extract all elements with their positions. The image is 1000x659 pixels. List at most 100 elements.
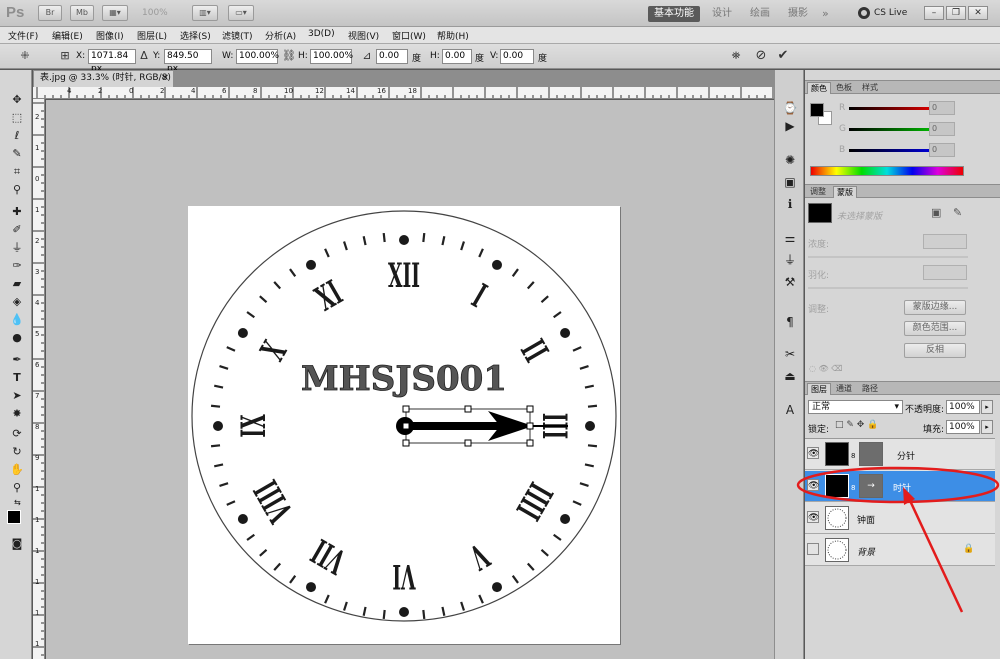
clone-source-icon[interactable]: ⏚ (781, 252, 799, 268)
close-button[interactable]: ✕ (968, 6, 988, 20)
actions-panel-icon[interactable]: ▶ (781, 118, 799, 134)
workspace-more-button[interactable]: » (822, 6, 829, 22)
foreground-color-swatch[interactable] (7, 510, 21, 524)
opacity-field[interactable]: 100% (946, 400, 980, 414)
tool-presets-icon[interactable]: ⚒ (781, 274, 799, 290)
tab-masks[interactable]: 蒙版 (833, 186, 857, 198)
brush-tool-icon[interactable]: ✐ (9, 222, 25, 238)
commit-transform-icon[interactable]: ✔ (776, 49, 790, 63)
density-slider[interactable] (808, 256, 968, 258)
move-tool-icon[interactable]: ✥ (9, 92, 25, 108)
eyedropper-tool-icon[interactable]: ⚲ (9, 182, 25, 198)
color-spectrum-bar[interactable] (810, 166, 964, 176)
tab-adjustments[interactable]: 调整 (807, 186, 829, 198)
menu-filter[interactable]: 滤镜(T) (222, 29, 253, 42)
clone-stamp-tool-icon[interactable]: ⏚ (9, 240, 25, 256)
tab-swatches[interactable]: 色板 (833, 82, 855, 94)
path-select-tool-icon[interactable]: ➤ (9, 388, 25, 404)
height-scale-field[interactable]: 100.00% (310, 49, 353, 64)
menu-image[interactable]: 图像(I) (96, 29, 124, 42)
eye-icon[interactable]: 👁 (807, 479, 819, 491)
document-canvas[interactable]: XII I II III IIII V VI VII VIII IX X XI MHSJS001 (188, 206, 620, 644)
history-panel-icon[interactable]: ⌚ (781, 100, 799, 116)
ruler-horizontal[interactable]: 4 2 0 2 4 6 8 10 12 14 16 18 (33, 87, 774, 99)
menu-help[interactable]: 帮助(H) (437, 29, 469, 42)
crop-tool-icon[interactable]: ⌗ (9, 164, 25, 180)
layer-row-minute-hand[interactable]: 👁 8 分针 (805, 439, 995, 470)
vector-mask-icon[interactable]: ✎ (953, 206, 962, 219)
workspace-painting[interactable]: 绘画 (750, 6, 770, 22)
fill-field[interactable]: 100% (946, 420, 980, 434)
reference-point-icon[interactable]: ⊞ (58, 49, 72, 63)
tab-channels[interactable]: 通道 (833, 383, 855, 395)
rotation-angle-field[interactable]: 0.00 (376, 49, 408, 64)
brush-presets-icon[interactable]: ⚌ (781, 230, 799, 246)
mask-edge-button[interactable]: 蒙版边缘... (904, 300, 966, 315)
restore-button[interactable]: ❐ (946, 6, 966, 20)
menu-3d[interactable]: 3D(D) (308, 29, 335, 39)
close-document-icon[interactable]: × (161, 71, 169, 86)
eye-icon[interactable]: 👁 (807, 511, 819, 523)
channel-g-slider[interactable] (849, 128, 929, 131)
shape-tool-icon[interactable]: ✸ (9, 406, 25, 422)
blur-tool-icon[interactable]: 💧 (9, 312, 25, 328)
menu-file[interactable]: 文件(F) (8, 29, 38, 42)
channel-g-value[interactable]: 0 (929, 122, 955, 136)
color-range-button[interactable]: 颜色范围... (904, 321, 966, 336)
tab-color[interactable]: 颜色 (807, 82, 831, 94)
view-extras-button[interactable]: ▦▾ (102, 5, 128, 21)
eraser-tool-icon[interactable]: ▰ (9, 276, 25, 292)
document-tab[interactable]: 表.jpg @ 33.3% (时针, RGB/8) * × (33, 70, 174, 98)
3d-panel-icon[interactable]: ✺ (781, 152, 799, 168)
zoom-level[interactable]: 100% (142, 8, 168, 18)
marquee-tool-icon[interactable]: ⬚ (9, 110, 25, 126)
tab-styles[interactable]: 样式 (859, 82, 881, 94)
warp-mode-icon[interactable]: ⛯ (729, 49, 743, 63)
zoom-tool-icon[interactable]: ⚲ (9, 480, 25, 496)
dodge-tool-icon[interactable]: ● (9, 330, 25, 346)
paragraph-panel-icon[interactable]: ¶ (781, 314, 799, 330)
cancel-transform-icon[interactable]: ⊘ (754, 49, 768, 63)
menu-edit[interactable]: 编辑(E) (52, 29, 83, 42)
type-tool-icon[interactable]: T (9, 370, 25, 386)
menu-view[interactable]: 视图(V) (348, 29, 379, 42)
channel-b-slider[interactable] (849, 149, 929, 152)
eye-off-icon[interactable] (807, 543, 819, 555)
mini-bridge-panel-icon[interactable]: ▣ (781, 174, 799, 190)
history-brush-tool-icon[interactable]: ✑ (9, 258, 25, 274)
cs-live-button[interactable]: CS Live (874, 8, 907, 18)
delta-icon[interactable]: Δ (137, 49, 151, 63)
arrange-docs-button[interactable]: ▥▾ (192, 5, 218, 21)
chain-icon[interactable]: 8 (851, 484, 855, 492)
pixel-mask-icon[interactable]: ▣ (931, 206, 941, 219)
pen-tool-icon[interactable]: ✒ (9, 352, 25, 368)
minimize-button[interactable]: – (924, 6, 944, 20)
menu-window[interactable]: 窗口(W) (392, 29, 426, 42)
mask-panel-footer-icons[interactable]: ◌ 👁 ⌫ (809, 364, 843, 373)
channel-b-value[interactable]: 0 (929, 143, 955, 157)
color-fg-swatch[interactable] (810, 103, 824, 117)
invert-button[interactable]: 反相 (904, 343, 966, 358)
fill-arrow-icon[interactable]: ▸ (981, 420, 993, 434)
ruler-vertical[interactable]: 2101234567891111111 (33, 99, 45, 659)
3d-orbit-tool-icon[interactable]: ↻ (9, 444, 25, 460)
vertical-skew-field[interactable]: 0.00 (500, 49, 534, 64)
minibridge-button[interactable]: Mb (70, 5, 94, 21)
3d-rotate-tool-icon[interactable]: ⟳ (9, 426, 25, 442)
workspace-photography[interactable]: 摄影 (788, 6, 808, 22)
lasso-tool-icon[interactable]: ℓ (9, 128, 25, 144)
link-icon[interactable]: ⛓ (282, 49, 296, 63)
menu-select[interactable]: 选择(S) (180, 29, 211, 42)
healing-brush-tool-icon[interactable]: ✚ (9, 204, 25, 220)
tab-layers[interactable]: 图层 (807, 383, 831, 395)
feather-field[interactable] (923, 265, 967, 280)
swap-colors-icon[interactable]: ⇆ (14, 498, 21, 507)
character-panel-icon[interactable]: A (781, 402, 799, 418)
menu-layer[interactable]: 图层(L) (137, 29, 167, 42)
screen-mode-button[interactable]: ▭▾ (228, 5, 254, 21)
layer-row-hour-hand[interactable]: 👁 8 → 时针 (805, 471, 995, 502)
workspace-essentials[interactable]: 基本功能 (648, 6, 700, 22)
horizontal-skew-field[interactable]: 0.00 (442, 49, 472, 64)
eye-icon[interactable]: 👁 (807, 447, 819, 459)
opacity-arrow-icon[interactable]: ▸ (981, 400, 993, 414)
